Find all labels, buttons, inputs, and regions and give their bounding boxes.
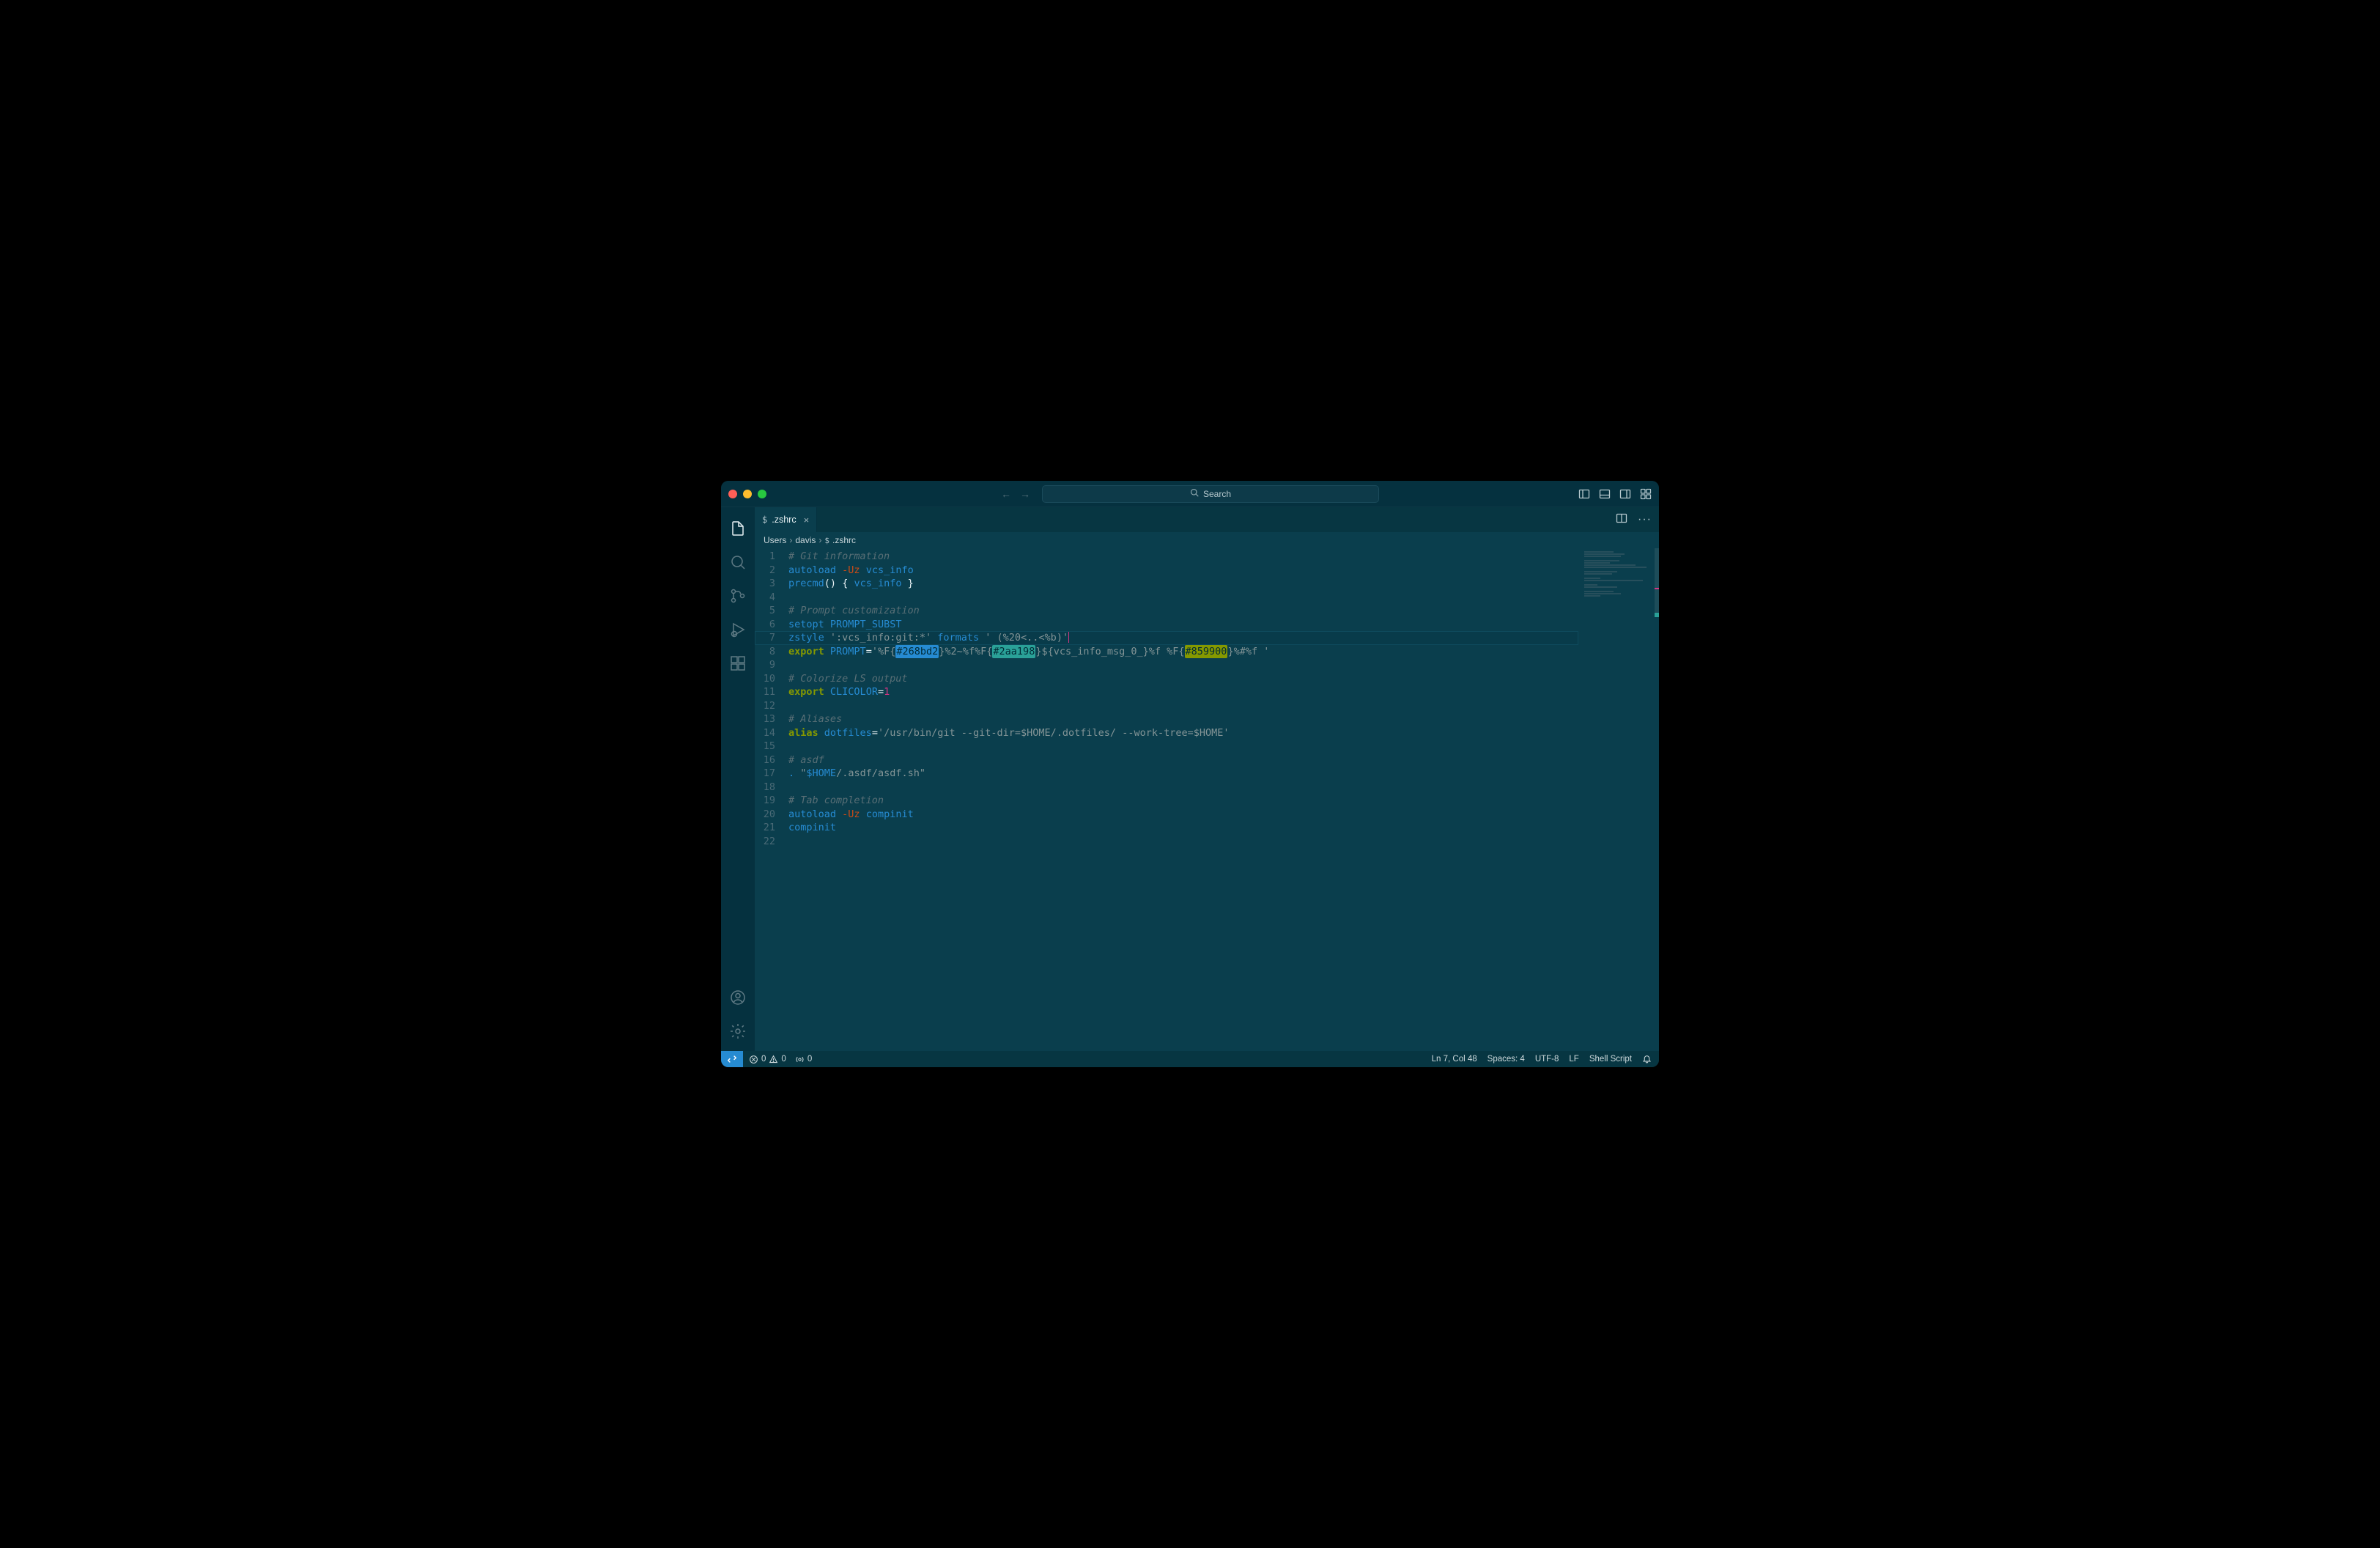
run-debug-icon[interactable] — [721, 614, 755, 645]
line-number: 8 — [755, 645, 788, 659]
chevron-right-icon: › — [818, 535, 821, 545]
line-number: 11 — [755, 685, 788, 699]
line-number: 15 — [755, 740, 788, 753]
nav-forward-button[interactable]: → — [1020, 488, 1030, 500]
line-number: 1 — [755, 550, 788, 564]
chevron-right-icon: › — [789, 535, 792, 545]
search-activity-icon[interactable] — [721, 547, 755, 578]
color-swatch: #859900 — [1185, 645, 1228, 659]
nav-arrows: ← → — [1001, 488, 1030, 500]
line-number: 12 — [755, 699, 788, 713]
search-icon — [1190, 488, 1199, 499]
minimap-change-marker — [1655, 588, 1659, 589]
text-cursor — [1068, 632, 1069, 643]
layout-controls — [1578, 488, 1652, 500]
close-tab-icon[interactable]: × — [804, 515, 810, 526]
remote-indicator[interactable] — [721, 1051, 743, 1067]
explorer-icon[interactable] — [721, 513, 755, 544]
error-count: 0 — [761, 1055, 766, 1064]
editor-wrap: 1# Git information 2autoload -Uz vcs_inf… — [755, 548, 1659, 1051]
shell-file-icon: $ — [824, 536, 829, 545]
line-number: 13 — [755, 712, 788, 726]
line-number: 5 — [755, 604, 788, 618]
command-center-search[interactable]: Search — [1042, 485, 1379, 503]
maximize-window-button[interactable] — [758, 490, 766, 498]
extensions-icon[interactable] — [721, 648, 755, 679]
language-mode[interactable]: Shell Script — [1589, 1055, 1632, 1064]
shell-file-icon: $ — [762, 515, 767, 525]
breadcrumb-segment[interactable]: Users — [764, 535, 786, 545]
eol-status[interactable]: LF — [1569, 1055, 1578, 1064]
line-number: 4 — [755, 591, 788, 605]
minimap-viewport[interactable] — [1655, 548, 1659, 614]
split-editor-icon[interactable] — [1616, 512, 1627, 528]
line-number: 6 — [755, 618, 788, 632]
tab-zshrc[interactable]: $ .zshrc × — [755, 507, 817, 532]
source-control-icon[interactable] — [721, 580, 755, 611]
status-bar: 0 0 0 Ln 7, Col 48 Spaces: 4 UTF-8 LF Sh… — [721, 1051, 1659, 1067]
line-number: 18 — [755, 781, 788, 795]
customize-layout-icon[interactable] — [1640, 488, 1652, 500]
warning-count: 0 — [781, 1055, 786, 1064]
more-actions-icon[interactable]: ··· — [1638, 513, 1652, 526]
minimap-cursor-marker — [1655, 613, 1659, 617]
line-number: 2 — [755, 564, 788, 578]
toggle-secondary-sidebar-icon[interactable] — [1619, 488, 1631, 500]
breadcrumb-segment[interactable]: davis — [795, 535, 816, 545]
breadcrumb-segment[interactable]: .zshrc — [832, 535, 856, 545]
breadcrumbs[interactable]: Users › davis › $ .zshrc — [755, 532, 1659, 548]
close-window-button[interactable] — [728, 490, 737, 498]
window-controls — [728, 490, 766, 498]
cursor-position[interactable]: Ln 7, Col 48 — [1432, 1055, 1477, 1064]
line-number: 3 — [755, 577, 788, 591]
ports-status[interactable]: 0 — [795, 1055, 812, 1064]
line-number: 17 — [755, 767, 788, 781]
line-number: 21 — [755, 821, 788, 835]
nav-back-button[interactable]: ← — [1001, 488, 1011, 500]
editor-actions: ··· — [1616, 507, 1659, 532]
titlebar: ← → Search — [721, 481, 1659, 507]
problems-status[interactable]: 0 0 — [749, 1055, 786, 1064]
editor-group: $ .zshrc × ··· Users › davis › $ .zshrc — [755, 507, 1659, 1051]
ports-count: 0 — [808, 1055, 812, 1064]
line-number: 20 — [755, 808, 788, 822]
settings-gear-icon[interactable] — [721, 1016, 755, 1047]
line-number: 9 — [755, 658, 788, 672]
indentation-status[interactable]: Spaces: 4 — [1488, 1055, 1525, 1064]
tabs-row: $ .zshrc × ··· — [755, 507, 1659, 532]
color-swatch: #2aa198 — [992, 645, 1035, 659]
toggle-primary-sidebar-icon[interactable] — [1578, 488, 1590, 500]
tab-label: .zshrc — [772, 515, 796, 525]
notifications-icon[interactable] — [1642, 1055, 1652, 1064]
line-number: 22 — [755, 835, 788, 849]
line-number: 14 — [755, 726, 788, 740]
line-number: 19 — [755, 794, 788, 808]
color-swatch: #268bd2 — [895, 645, 939, 659]
line-number: 7 — [755, 631, 788, 645]
vscode-window: ← → Search — [721, 481, 1659, 1067]
toggle-panel-icon[interactable] — [1599, 488, 1611, 500]
titlebar-center: ← → Search — [1001, 485, 1379, 503]
line-number: 16 — [755, 753, 788, 767]
accounts-icon[interactable] — [721, 982, 755, 1013]
encoding-status[interactable]: UTF-8 — [1535, 1055, 1559, 1064]
activity-bar — [721, 507, 755, 1051]
body-area: $ .zshrc × ··· Users › davis › $ .zshrc — [721, 507, 1659, 1051]
line-number: 10 — [755, 672, 788, 686]
code-editor[interactable]: 1# Git information 2autoload -Uz vcs_inf… — [755, 548, 1578, 1051]
search-placeholder: Search — [1203, 489, 1231, 499]
minimize-window-button[interactable] — [743, 490, 752, 498]
minimap[interactable] — [1578, 548, 1659, 1051]
